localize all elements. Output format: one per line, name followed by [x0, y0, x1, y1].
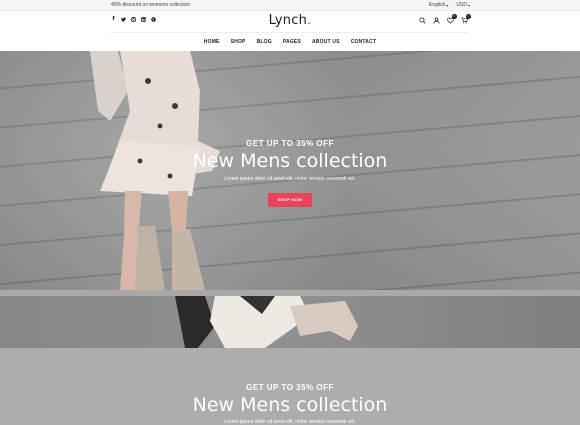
- chevron-down-icon: ▾: [446, 2, 449, 8]
- hero-subtitle: GET UP TO 35% OFF: [246, 139, 334, 148]
- cart-count-badge: 0: [466, 14, 471, 19]
- hero-title: New Mens collection: [192, 150, 388, 172]
- search-icon[interactable]: [419, 17, 426, 24]
- hero-description: Lorem ipsum dolor sit amet elit, nobis v…: [224, 176, 356, 182]
- banner-figure-image: [175, 296, 358, 348]
- hero-slider: GET UP TO 35% OFF New Mens collection Lo…: [0, 51, 580, 290]
- header-divider: [111, 32, 469, 33]
- currency-label: USD: [456, 2, 467, 8]
- wishlist-count-badge: 0: [452, 14, 457, 19]
- nav-item-shop[interactable]: SHOP: [231, 36, 246, 49]
- hero-slide-2: GET UP TO 35% OFF New Mens collection Lo…: [0, 348, 580, 425]
- wishlist-heart-icon[interactable]: 0: [447, 14, 457, 24]
- header-actions: 0 0: [419, 14, 471, 24]
- currency-selector[interactable]: USD ▾: [456, 2, 470, 8]
- hero2-subtitle: GET UP TO 35% OFF: [246, 383, 334, 392]
- promo-text: 40% discount on womens collection: [111, 2, 191, 8]
- secondary-banner-image: [0, 296, 580, 348]
- nav-item-about-us[interactable]: ABOUT US: [312, 36, 340, 49]
- nav-item-home[interactable]: HOME: [204, 36, 220, 49]
- user-icon[interactable]: [433, 17, 440, 24]
- nav-item-blog[interactable]: BLOG: [257, 36, 272, 49]
- topbar-selectors: English ▾ USD ▾: [429, 2, 470, 8]
- hero2-title: New Mens collection: [192, 394, 388, 416]
- shop-now-button[interactable]: SHOP NOW: [268, 193, 312, 207]
- chevron-down-icon: ▾: [467, 2, 470, 8]
- logo-text: Lynch: [268, 13, 308, 28]
- topbar: 40% discount on womens collection Englis…: [0, 0, 580, 11]
- main-nav: HOME SHOP BLOG PAGES ABOUT US CONTACT: [0, 36, 580, 49]
- logo-dot: .: [307, 13, 312, 28]
- nav-item-contact[interactable]: CONTACT: [351, 36, 376, 49]
- site-header: f Lynch. 0 0: [0, 11, 580, 32]
- language-selector[interactable]: English ▾: [429, 2, 448, 8]
- hero2-description: Lorem ipsum dolor sit amet elit, nobis v…: [224, 419, 356, 425]
- site-logo[interactable]: Lynch.: [0, 13, 580, 28]
- language-label: English: [429, 2, 446, 8]
- cart-icon[interactable]: 0: [461, 14, 471, 24]
- nav-item-pages[interactable]: PAGES: [283, 36, 301, 49]
